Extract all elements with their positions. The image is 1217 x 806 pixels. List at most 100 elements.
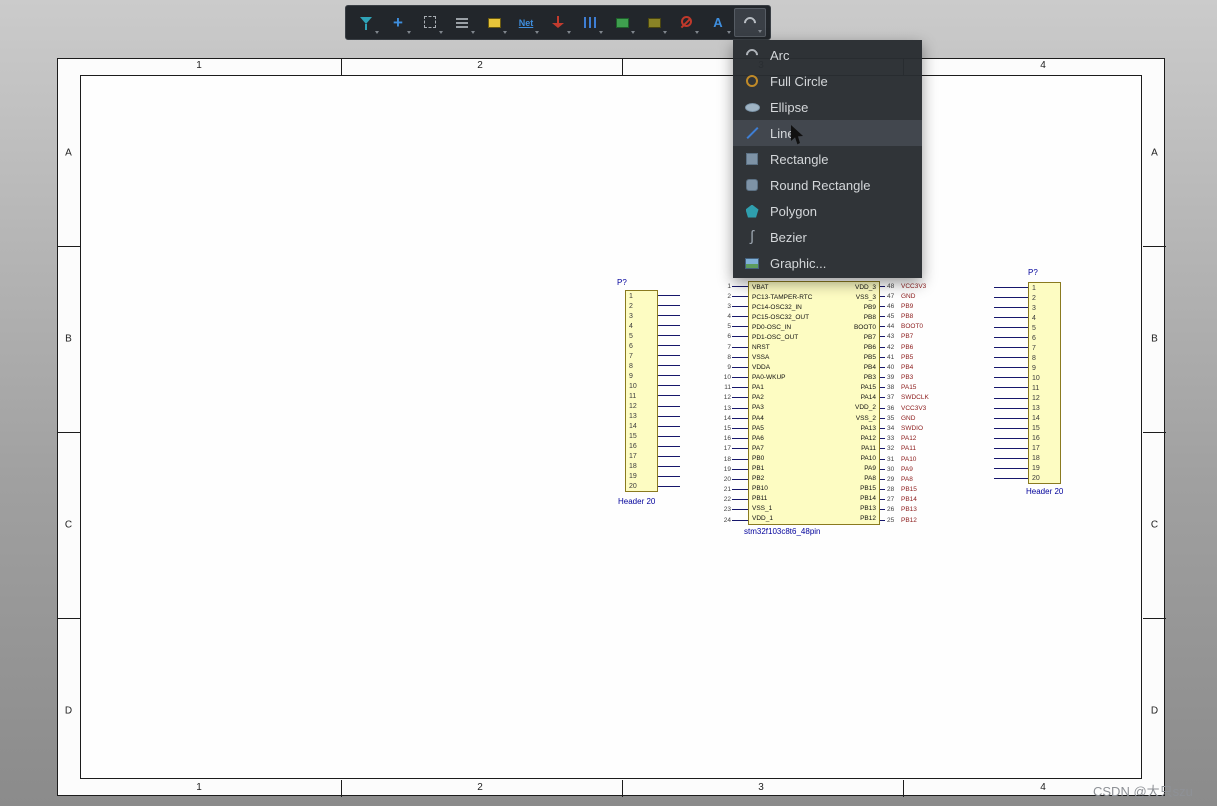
pin-name: PA3 <box>752 404 764 412</box>
pin-name: PA15 <box>860 384 876 392</box>
no-erc-button[interactable] <box>670 8 702 37</box>
component-body[interactable]: 1 2 3 4 5 6 7 8 9 10 11 12 13 14 15 16 17 18 19 20 <box>625 290 658 492</box>
net-label[interactable]: PA12 <box>901 435 916 442</box>
pin-line <box>732 285 748 287</box>
pin-name: VDD_2 <box>855 404 876 412</box>
pin-name: PB2 <box>752 475 765 483</box>
pin-line <box>732 346 748 348</box>
component-name: Header 20 <box>618 497 656 506</box>
align-button[interactable] <box>446 8 478 37</box>
net-label[interactable]: PB5 <box>901 354 913 361</box>
net-label[interactable]: PB12 <box>901 517 917 524</box>
menu-item[interactable]: Bezier <box>733 224 922 250</box>
power-port-button[interactable] <box>542 8 574 37</box>
net-label[interactable]: VCC3V3 <box>901 405 926 412</box>
menu-item[interactable]: Full Circle <box>733 68 922 94</box>
wire <box>880 285 885 287</box>
zone-divider <box>341 780 342 797</box>
drawing-tools-button[interactable] <box>734 8 766 37</box>
net-label[interactable]: GND <box>901 293 915 300</box>
zone-ruler-right: A B C D <box>1143 0 1166 806</box>
pin-number: 10 <box>723 374 731 382</box>
zone-column-label: 2 <box>477 60 483 71</box>
net-label[interactable]: PA11 <box>901 445 916 452</box>
component-body[interactable]: 1 2 3 4 5 6 7 8 9 10 11 12 13 14 15 16 17 18 19 20 <box>1028 282 1061 484</box>
pin-line <box>994 458 1028 460</box>
pin-line <box>658 486 680 488</box>
net-label[interactable]: PB3 <box>901 374 913 381</box>
pin-line <box>994 437 1028 439</box>
zone-column-label: 1 <box>196 60 202 71</box>
pin-line <box>994 316 1028 318</box>
zone-ruler-top: 1234 <box>0 58 1217 75</box>
net-label[interactable]: GND <box>901 415 915 422</box>
component-header-right[interactable]: P? 1 2 3 4 5 6 7 8 9 10 11 12 13 14 15 16 17 18 19 20 Heade… <box>988 268 1068 498</box>
pin-line <box>732 478 748 480</box>
pin-number: 1 <box>629 292 633 300</box>
pin-number: 26 <box>887 506 895 514</box>
zone-column-label: 4 <box>1040 782 1046 793</box>
pin-number: 9 <box>1032 364 1036 372</box>
net-label[interactable]: PB8 <box>901 313 913 320</box>
net-label[interactable]: PA8 <box>901 476 913 483</box>
sheet-symbol-button[interactable] <box>606 8 638 37</box>
menu-item[interactable]: Graphic... <box>733 250 922 276</box>
net-label[interactable]: SWDIO <box>901 425 923 432</box>
net-label[interactable]: PB14 <box>901 496 917 503</box>
pin-name: PB13 <box>860 505 876 513</box>
pin-line <box>732 356 748 358</box>
menu-item[interactable]: Arc <box>733 42 922 68</box>
menu-item[interactable]: Rectangle <box>733 146 922 172</box>
sheet-entry-button[interactable] <box>638 8 670 37</box>
pin-line <box>732 397 748 399</box>
net-label[interactable]: PB4 <box>901 364 913 371</box>
text-string-button[interactable]: A <box>702 8 734 37</box>
zone-row-label: B <box>65 333 72 345</box>
net-label[interactable]: VCC3V3 <box>901 283 926 290</box>
mcu-right-pins: 48 VCC3V3 47 GND 46 PB9 45 PB8 44 BOOT0 43 PB7 42 PB6… <box>880 281 944 525</box>
pin-number: 6 <box>727 333 731 341</box>
bus-button[interactable] <box>574 8 606 37</box>
pin-number: 5 <box>1032 324 1036 332</box>
net-label[interactable]: PA9 <box>901 466 913 473</box>
pin-number: 13 <box>1032 404 1040 412</box>
component-mcu[interactable]: 1 2 3 4 5 6 7 8 9 10 11 12 13 14 15 16 17 18 19 20 21 22 23 24 … <box>716 275 946 541</box>
net-label[interactable]: BOOT0 <box>901 323 923 330</box>
zone-column-label: 2 <box>477 782 483 793</box>
selection-button[interactable] <box>414 8 446 37</box>
pin-name: PA0-WKUP <box>752 374 786 382</box>
pin-number: 18 <box>723 455 731 463</box>
pin-number: 9 <box>727 363 731 371</box>
zone-row-label: A <box>1151 147 1158 159</box>
place-part-button[interactable] <box>478 8 510 37</box>
net-label[interactable]: PB7 <box>901 333 913 340</box>
zone-column-label: 3 <box>758 782 764 793</box>
net-label[interactable]: PB9 <box>901 303 913 310</box>
menu-item[interactable]: Line <box>733 120 922 146</box>
pin-line <box>658 324 680 326</box>
pin-number: 23 <box>723 506 731 514</box>
pin-line <box>994 417 1028 419</box>
component-body[interactable]: VBAT PC13-TAMPER-RTC PC14-OSC32_IN PC15-OSC… <box>748 281 880 525</box>
net-label[interactable]: SWDCLK <box>901 394 929 401</box>
net-label[interactable]: PA10 <box>901 456 916 463</box>
text-string-icon: A <box>713 14 723 30</box>
net-label[interactable]: PA15 <box>901 384 916 391</box>
wire <box>880 336 885 338</box>
filter-button[interactable] <box>350 8 382 37</box>
net-label[interactable]: PB13 <box>901 506 917 513</box>
menu-item-label: Full Circle <box>770 73 828 89</box>
schematic-drawing-area[interactable] <box>80 75 1142 779</box>
menu-item[interactable]: Ellipse <box>733 94 922 120</box>
menu-item[interactable]: Round Rectangle <box>733 172 922 198</box>
pin-line <box>994 367 1028 369</box>
crosshair-button[interactable]: + <box>382 8 414 37</box>
component-header-left[interactable]: P? 1 2 3 4 5 6 7 8 9 10 11 12 13 14 15 16 17 18 19 20 Heade… <box>617 278 697 510</box>
pin-name: PA2 <box>752 394 764 402</box>
wire <box>880 458 885 460</box>
net-label[interactable]: PB6 <box>901 344 913 351</box>
net-label-button[interactable]: Net <box>510 8 542 37</box>
pin-line <box>732 489 748 491</box>
net-label[interactable]: PB15 <box>901 486 917 493</box>
menu-item[interactable]: Polygon <box>733 198 922 224</box>
